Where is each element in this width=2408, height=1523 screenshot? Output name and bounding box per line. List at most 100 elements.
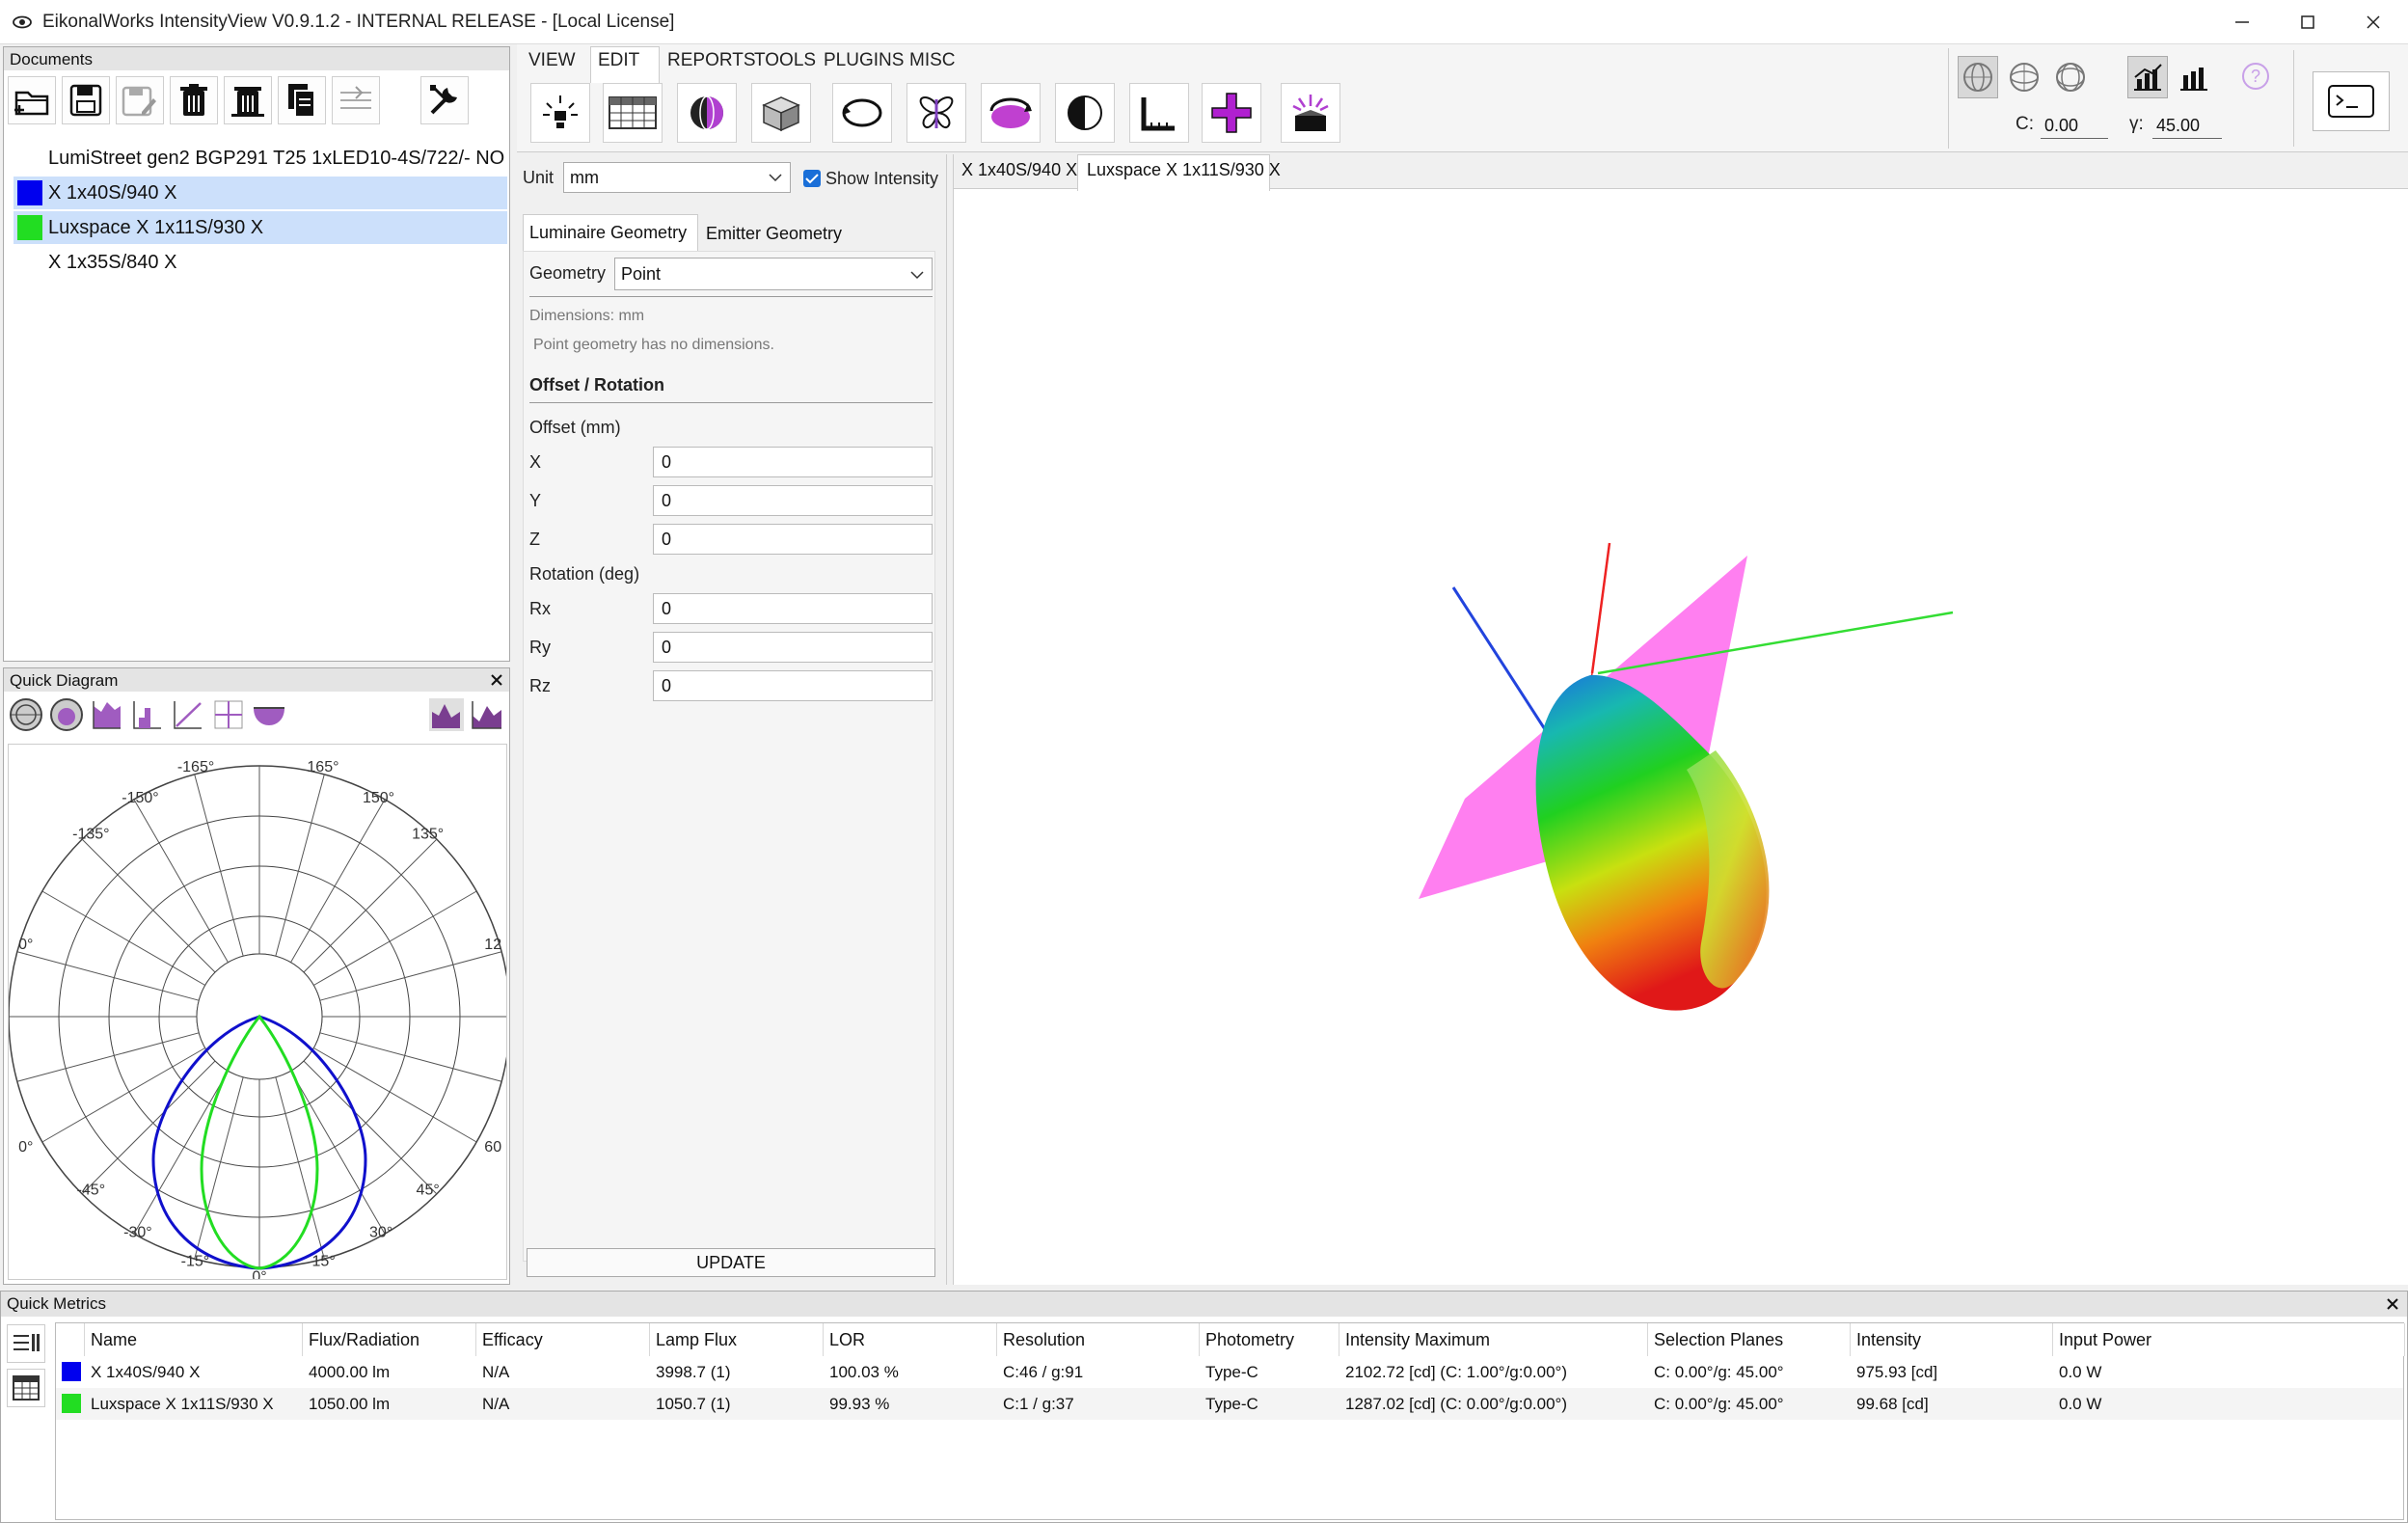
offset-x-input[interactable]: 0 (653, 447, 933, 477)
axis-x (1590, 542, 1611, 674)
polar-grid-spoke (194, 774, 244, 957)
bulb-icon (543, 95, 578, 128)
ribbon-tab-reports[interactable]: REPORTS (667, 50, 756, 71)
area-chart-button[interactable] (426, 695, 467, 734)
document-item[interactable]: Luxspace X 1x11S/930 X (14, 211, 507, 244)
measure-button[interactable] (1129, 83, 1189, 143)
trash-icon (180, 84, 207, 116)
minimize-button[interactable] (2208, 0, 2276, 44)
save-as-button[interactable] (116, 76, 164, 124)
table-view-button[interactable] (7, 1369, 45, 1407)
rotation-z-input[interactable]: 0 (653, 670, 933, 701)
maximize-button[interactable] (2274, 0, 2341, 44)
column-header[interactable]: Resolution (997, 1323, 1200, 1356)
add-button[interactable] (1202, 83, 1261, 143)
polar-angle-label: -165° (177, 759, 214, 775)
column-header[interactable]: Lamp Flux (650, 1323, 824, 1356)
geometry-select[interactable]: Point (614, 258, 933, 290)
column-header[interactable]: Intensity (1851, 1323, 2053, 1356)
butterfly-button[interactable] (906, 83, 966, 143)
view-tab-2[interactable]: Luxspace X 1x11S/930 X (1087, 160, 1281, 180)
area-chart-alt-button[interactable] (467, 695, 507, 734)
ribbon-tab-plugins[interactable]: PLUGINS (824, 50, 904, 71)
offset-y-input[interactable]: 0 (653, 485, 933, 516)
column-header[interactable]: Name (85, 1323, 303, 1356)
table-cell: N/A (482, 1395, 510, 1413)
chart-bars-button[interactable] (2174, 56, 2214, 98)
tab-emitter-geometry[interactable]: Emitter Geometry (698, 216, 852, 251)
table-row[interactable]: X 1x40S/940 X 4000.00 lm N/A 3998.7 (1) 100.… (56, 1356, 2403, 1388)
unit-select[interactable]: mm (563, 162, 791, 193)
table-button[interactable] (603, 83, 663, 143)
list-view-button[interactable] (7, 1324, 45, 1363)
polar-angle-label: 135° (412, 826, 444, 842)
table-cell: X 1x40S/940 X (91, 1363, 201, 1381)
box-view-button[interactable] (751, 83, 811, 143)
area-chart-icon (429, 698, 464, 731)
document-item[interactable]: X 1x40S/940 X (14, 177, 507, 209)
3d-scene[interactable] (954, 191, 2408, 1281)
sphere-icon (690, 95, 723, 130)
x-label: X (529, 452, 542, 472)
tools-button[interactable] (420, 76, 469, 124)
column-header[interactable]: Intensity Maximum (1339, 1323, 1648, 1356)
tab-luminaire-geometry[interactable]: Luminaire Geometry (523, 214, 698, 251)
polar-fill-button[interactable] (46, 695, 87, 734)
grid-chart-button[interactable] (208, 695, 249, 734)
console-button[interactable] (2313, 71, 2390, 131)
rotate-button[interactable] (832, 83, 892, 143)
offset-z-input[interactable]: 0 (653, 524, 933, 555)
document-item[interactable]: X 1x35S/840 X (14, 246, 507, 279)
table-cell: C: 0.00°/g: 45.00° (1654, 1363, 1784, 1381)
column-header[interactable]: LOR (824, 1323, 997, 1356)
save-button[interactable] (62, 76, 110, 124)
globe-aa-button[interactable] (2050, 56, 2091, 98)
close-window-button[interactable] (2340, 0, 2407, 44)
show-intensity-checkbox[interactable] (803, 170, 821, 187)
globe-cg-button[interactable] (1958, 56, 1998, 98)
document-label: X 1x35S/840 X (48, 252, 177, 273)
merge-button[interactable] (332, 76, 380, 124)
line-chart-button[interactable] (168, 695, 208, 734)
delete-button[interactable] (170, 76, 218, 124)
table-cell: Type-C (1205, 1395, 1258, 1413)
close-panel-icon[interactable] (2386, 1297, 2399, 1311)
light-source-button[interactable] (530, 83, 590, 143)
bowl-chart-button[interactable] (249, 695, 289, 734)
ribbon-tab-view[interactable]: VIEW (528, 50, 576, 71)
column-header[interactable]: Flux/Radiation (303, 1323, 476, 1356)
delete-all-button[interactable] (224, 76, 272, 124)
chart-up-button[interactable] (2127, 56, 2168, 98)
contrast-button[interactable] (1055, 83, 1115, 143)
globe-bb-button[interactable] (2004, 56, 2044, 98)
copy-document-button[interactable] (278, 76, 326, 124)
sphere-view-button[interactable] (677, 83, 737, 143)
ribbon-tab-misc[interactable]: MISC (909, 50, 956, 71)
rotation-y-input[interactable]: 0 (653, 632, 933, 663)
column-header[interactable]: Input Power (2053, 1323, 2405, 1356)
rotation-x-input[interactable]: 0 (653, 593, 933, 624)
ribbon-tab-tools[interactable]: TOOLS (754, 50, 816, 71)
unbox-button[interactable] (1281, 83, 1340, 143)
gamma-input[interactable]: 45.00 (2152, 116, 2222, 139)
c-input[interactable]: 0.00 (2041, 116, 2108, 139)
flip-button[interactable] (981, 83, 1041, 143)
open-folder-button[interactable] (8, 76, 56, 124)
update-button[interactable]: UPDATE (527, 1248, 935, 1277)
column-header[interactable]: Efficacy (476, 1323, 650, 1356)
close-panel-icon[interactable] (490, 673, 503, 687)
view-tab-1[interactable]: X 1x40S/940 X (961, 160, 1077, 180)
offset-label: Offset (mm) (529, 418, 621, 437)
column-header[interactable]: Selection Planes (1648, 1323, 1851, 1356)
polar-angle-label: 30° (369, 1224, 392, 1240)
table-row[interactable]: Luxspace X 1x11S/930 X 1050.00 lm N/A 1050.… (56, 1388, 2403, 1420)
butterfly-icon (919, 96, 954, 128)
document-item[interactable]: LumiStreet gen2 BGP291 T25 1xLED10-4S/72… (14, 142, 507, 175)
column-header[interactable]: Photometry (1200, 1323, 1339, 1356)
cartesian-button[interactable] (87, 695, 127, 734)
help-button[interactable]: ? (2235, 56, 2276, 98)
wrench-icon (430, 85, 457, 115)
polar-view-button[interactable] (6, 695, 46, 734)
ribbon-tab-edit[interactable]: EDIT (598, 50, 639, 71)
histogram-button[interactable] (127, 695, 168, 734)
